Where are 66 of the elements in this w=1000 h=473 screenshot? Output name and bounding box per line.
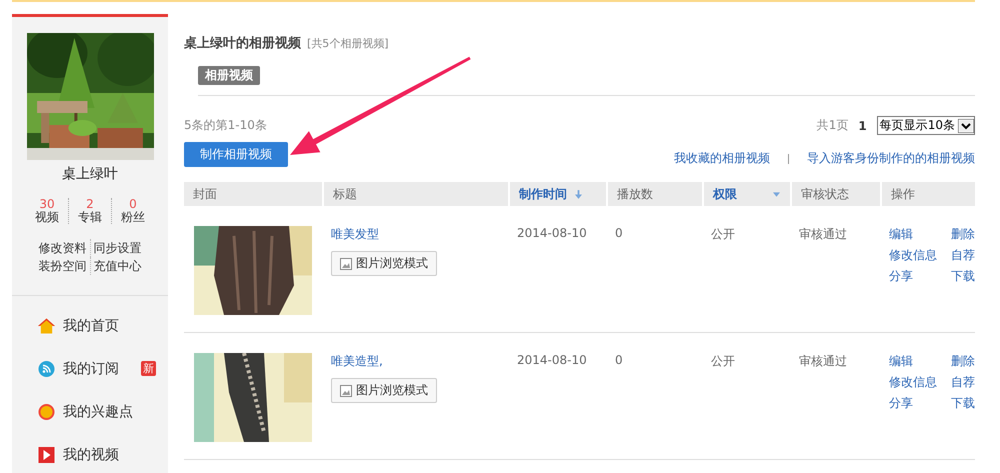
review-status-cell: 审核通过	[799, 354, 847, 368]
date-cell: 2014-08-10	[517, 353, 587, 367]
access-cell: 公开	[711, 354, 735, 368]
dropdown-arrow-icon[interactable]	[958, 118, 974, 132]
nav-link[interactable]: 我的订阅	[63, 360, 119, 378]
home-icon	[38, 318, 55, 334]
current-page[interactable]: 1	[858, 118, 867, 132]
action-link[interactable]: 分享	[889, 268, 937, 285]
column-header: 审核状态	[801, 186, 849, 202]
profile-link[interactable]: 同步设置	[90, 239, 144, 257]
circle-icon	[38, 404, 55, 420]
count-note: [共5个相册视频]	[307, 36, 389, 51]
stat-count[interactable]: 30	[39, 198, 55, 211]
page-title: 桌上绿叶的相册视频	[184, 35, 301, 52]
action-link[interactable]: 修改信息	[889, 247, 937, 264]
access-cell: 公开	[711, 227, 735, 241]
play-icon	[38, 446, 55, 462]
action-link[interactable]: 删除	[951, 353, 975, 370]
new-badge: 新	[141, 361, 156, 376]
gallery-mode-button[interactable]: 图片浏览模式	[331, 251, 437, 276]
nav-link[interactable]: 我的兴趣点	[63, 402, 133, 420]
play-count-cell: 0	[615, 226, 623, 240]
profile-link[interactable]: 充值中心	[90, 257, 144, 275]
user-name: 桌上绿叶	[62, 165, 118, 183]
column-header: 标题	[333, 186, 357, 202]
stat-label[interactable]: 粉丝	[121, 211, 145, 224]
stat-label[interactable]: 专辑	[78, 211, 102, 224]
stat-count[interactable]: 0	[129, 198, 137, 211]
action-link[interactable]: 编辑	[889, 353, 937, 370]
column-header: 播放数	[617, 186, 653, 202]
action-link[interactable]: 自荐	[951, 247, 975, 264]
review-status-cell: 审核通过	[799, 227, 847, 241]
stat-label[interactable]: 视频	[35, 211, 59, 224]
column-header: 操作	[891, 186, 915, 202]
collection-link[interactable]: 我收藏的相册视频	[674, 150, 770, 167]
action-link[interactable]: 修改信息	[889, 374, 937, 391]
image-icon	[340, 384, 352, 396]
nav-link[interactable]: 我的首页	[63, 316, 119, 334]
album-tab[interactable]: 相册视频	[198, 66, 260, 85]
column-header[interactable]: 制作时间	[519, 186, 567, 202]
action-link[interactable]: 编辑	[889, 226, 937, 243]
rss-icon	[38, 360, 55, 376]
video-title-link[interactable]: 唯美造型,	[331, 353, 508, 370]
action-link[interactable]: 下载	[951, 395, 975, 412]
nav-link[interactable]: 我的视频	[63, 446, 119, 464]
sort-down-icon[interactable]	[575, 190, 582, 198]
gallery-mode-button[interactable]: 图片浏览模式	[331, 378, 437, 403]
action-link[interactable]: 自荐	[951, 374, 975, 391]
column-header[interactable]: 权限	[713, 186, 737, 202]
image-icon	[340, 258, 352, 270]
range-text: 5条的第1-10条	[184, 117, 267, 134]
date-cell: 2014-08-10	[517, 226, 587, 240]
action-link[interactable]: 下载	[951, 268, 975, 285]
create-button[interactable]: 制作相册视频	[184, 142, 288, 167]
import-link[interactable]: 导入游客身份制作的的相册视频	[807, 150, 975, 167]
stat-count[interactable]: 2	[86, 198, 94, 211]
total-pages: 共1页	[816, 117, 848, 134]
action-link[interactable]: 分享	[889, 395, 937, 412]
column-header: 封面	[193, 186, 217, 202]
dropdown-icon[interactable]	[773, 192, 780, 196]
action-link[interactable]: 删除	[951, 226, 975, 243]
play-count-cell: 0	[615, 353, 623, 367]
page-size-select[interactable]: 每页显示10条	[876, 116, 975, 135]
profile-link[interactable]: 修改资料	[36, 239, 90, 257]
profile-link[interactable]: 装扮空间	[36, 257, 90, 275]
video-title-link[interactable]: 唯美发型	[331, 226, 508, 243]
